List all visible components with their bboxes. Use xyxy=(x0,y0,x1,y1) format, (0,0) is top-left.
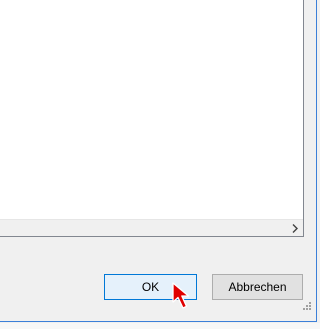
ok-button-label: OK xyxy=(141,280,160,294)
scroll-right-button[interactable] xyxy=(286,220,303,236)
dialog-window: OK Abbrechen xyxy=(0,0,317,322)
cancel-button[interactable]: Abbrechen xyxy=(212,274,303,300)
chevron-right-icon xyxy=(292,223,298,233)
resize-grip-icon[interactable] xyxy=(300,301,312,313)
list-panel[interactable] xyxy=(0,0,304,237)
ok-button[interactable]: OK xyxy=(104,274,197,300)
cancel-button-label: Abbrechen xyxy=(228,280,287,294)
horizontal-scrollbar[interactable] xyxy=(0,219,303,236)
window-outer-edge xyxy=(0,323,320,329)
